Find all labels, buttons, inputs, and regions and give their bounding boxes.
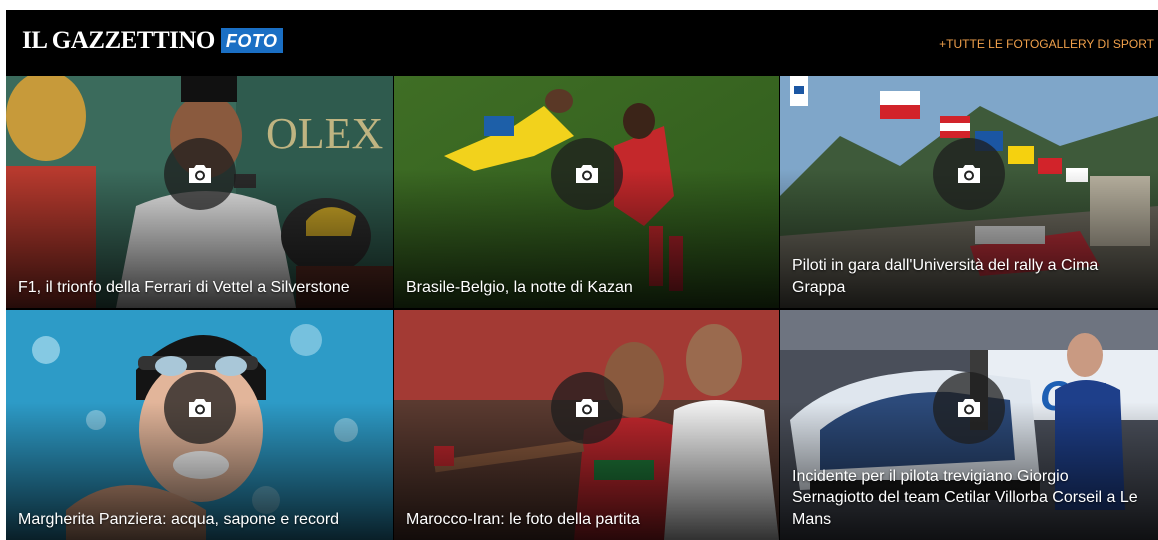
svg-text:OLEX: OLEX: [266, 109, 383, 158]
camera-icon: [933, 372, 1005, 444]
camera-icon: [550, 372, 623, 444]
gallery-tile-brasile-belgio[interactable]: Brasile-Belgio, la notte di Kazan: [394, 76, 779, 308]
gallery-grid: OLEX F1, il trionfo della Ferrari di Vet…: [6, 76, 1158, 540]
sport-gallery-widget: IL GAZZETTINO FOTO +TUTTE LE FOTOGALLERY…: [6, 10, 1158, 540]
gallery-caption: F1, il trionfo della Ferrari di Vettel a…: [18, 278, 350, 296]
widget-header: IL GAZZETTINO FOTO +TUTTE LE FOTOGALLERY…: [6, 10, 1158, 76]
camera-icon: [163, 138, 236, 210]
gallery-caption: Piloti in gara dall'Università del rally…: [792, 257, 1099, 296]
gallery-caption: Brasile-Belgio, la notte di Kazan: [406, 278, 633, 296]
gallery-tile-sernagiotto-le-mans[interactable]: Cet Incidente per il pilota trevigiano G…: [780, 310, 1158, 540]
gallery-caption: Incidente per il pilota trevigiano Giorg…: [792, 467, 1138, 528]
brand-name: IL GAZZETTINO: [22, 27, 215, 54]
brand-foto-badge: FOTO: [220, 28, 283, 53]
camera-icon: [550, 138, 623, 210]
gallery-caption: Marocco-Iran: le foto della partita: [406, 510, 640, 528]
gallery-tile-margherita-panziera[interactable]: Margherita Panziera: acqua, sapone e rec…: [6, 310, 393, 540]
gallery-tile-f1-silverstone[interactable]: OLEX F1, il trionfo della Ferrari di Vet…: [6, 76, 393, 308]
gallery-tile-marocco-iran[interactable]: Marocco-Iran: le foto della partita: [394, 310, 779, 540]
camera-icon: [163, 372, 236, 444]
brand-logo[interactable]: IL GAZZETTINO FOTO: [22, 28, 283, 53]
gallery-tile-rally-cima-grappa[interactable]: Piloti in gara dall'Università del rally…: [780, 76, 1158, 308]
camera-icon: [933, 138, 1005, 210]
gallery-caption: Margherita Panziera: acqua, sapone e rec…: [18, 510, 340, 528]
all-sport-galleries-link[interactable]: +TUTTE LE FOTOGALLERY DI SPORT: [939, 37, 1154, 51]
